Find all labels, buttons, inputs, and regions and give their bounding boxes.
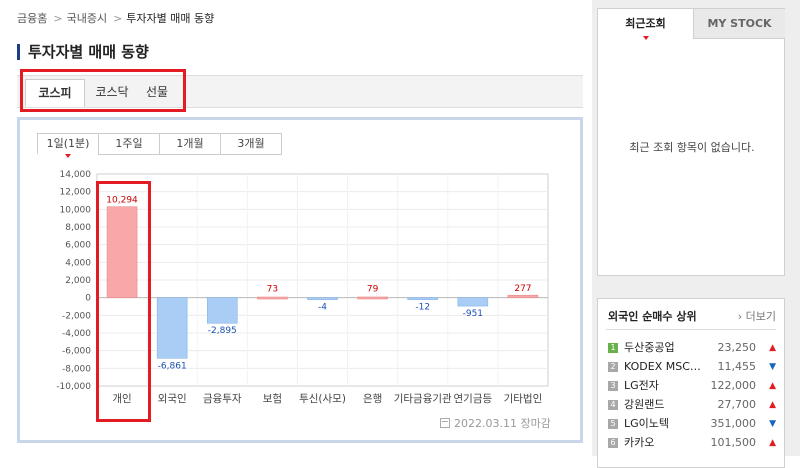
bar-value-label: 277 (514, 284, 531, 294)
y-tick-label: 6,000 (65, 241, 91, 251)
chart-bar (156, 297, 188, 359)
arrow-down-icon: ▼ (769, 419, 776, 429)
foreign-net-buy-panel: 외국인 순매수 상위 › 더보기 1 두산중공업 23,250 ▲ 2 KODEX MSC… (597, 298, 785, 468)
bar-value-label: -2,895 (208, 326, 237, 336)
arrow-up-icon: ▲ (769, 438, 776, 448)
rank-number-badge: 1 (608, 343, 618, 353)
investor-bar-chart: 14,000 12,000 10,000 8,000 6,000 4,000 2,000 0 -… (56, 170, 549, 405)
chart-bar (206, 297, 238, 324)
y-tick-label: -2,000 (62, 311, 91, 321)
stock-price: 23,250 (717, 341, 757, 354)
y-tick-label: 12,000 (60, 188, 92, 198)
rank-number-badge: 4 (608, 400, 618, 410)
recent-view-panel: 최근조회 MY STOCK 최근 조회 항목이 없습니다. (597, 8, 785, 276)
tab-my-stock[interactable]: MY STOCK (693, 9, 785, 39)
arrow-up-icon: ▲ (769, 343, 776, 353)
bar-value-label: -6,861 (158, 361, 187, 371)
chart-bar (507, 294, 539, 298)
stock-name[interactable]: 두산중공업 (624, 338, 714, 358)
x-category-label: 금융투자 (203, 393, 242, 405)
divider (606, 329, 776, 330)
chart-bar (407, 297, 439, 300)
foreign-net-buy-title: 외국인 순매수 상위 (608, 310, 697, 323)
more-label: 더보기 (745, 310, 776, 323)
rank-number-badge: 2 (608, 362, 618, 372)
arrow-up-icon: ▲ (769, 381, 776, 391)
chart-date-text: 2022.03.11 장마감 (454, 417, 551, 430)
y-tick-label: 8,000 (65, 223, 91, 233)
rank-list-item[interactable]: 2 KODEX MSC… 11,455 ▼ (606, 357, 778, 377)
stock-price: 101,500 (710, 436, 757, 449)
rank-list-item[interactable]: 3 LG전자 122,000 ▲ (606, 376, 778, 396)
recent-tab-caret-icon (643, 36, 649, 40)
stock-name[interactable]: 카카오 (624, 433, 714, 453)
rank-number-badge: 6 (608, 438, 618, 448)
stock-name[interactable]: 강원랜드 (624, 395, 714, 415)
rank-list-item[interactable]: 6 카카오 101,500 ▲ (606, 433, 778, 453)
x-category-label: 보험 (263, 393, 282, 405)
main-content: 금융홈 > 국내증시 > 투자자별 매매 동향 투자자별 매매 동향 코스피 코스닥 선… (0, 0, 592, 456)
chart-bar (457, 297, 489, 307)
rank-list-item[interactable]: 4 강원랜드 27,700 ▲ (606, 395, 778, 415)
y-tick-label: 10,000 (60, 205, 92, 215)
y-tick-label: 14,000 (60, 170, 92, 180)
y-tick-label: -4,000 (62, 329, 91, 339)
x-category-label: 기타금융기관 (394, 393, 452, 405)
arrow-up-icon: ▲ (769, 400, 776, 410)
bar-value-label: -951 (463, 309, 483, 319)
chart-bar (307, 297, 338, 300)
rank-number-badge: 3 (608, 381, 618, 391)
chevron-right-icon: › (737, 310, 743, 323)
more-link[interactable]: › 더보기 (738, 308, 776, 324)
stock-name[interactable]: LG전자 (624, 376, 714, 396)
y-tick-label: -6,000 (62, 347, 91, 357)
y-tick-label: 2,000 (65, 276, 91, 286)
bar-value-label: 79 (367, 285, 379, 295)
bar-value-label: 73 (267, 285, 278, 295)
chart-bar (357, 296, 388, 300)
stock-name[interactable]: LG이노텍 (624, 414, 714, 434)
x-category-label: 기타법인 (504, 393, 543, 405)
y-tick-label: -8,000 (62, 364, 91, 374)
tab-recent-view[interactable]: 최근조회 (598, 9, 693, 39)
stock-price: 122,000 (710, 379, 757, 392)
chart-bar (257, 296, 288, 300)
y-tick-label: 0 (85, 294, 91, 304)
y-tick-label: -10,000 (56, 382, 91, 392)
y-tick-label: 4,000 (65, 258, 91, 268)
stock-price: 11,455 (717, 360, 757, 373)
x-category-label: 은행 (363, 393, 382, 405)
right-sidebar: 최근조회 MY STOCK 최근 조회 항목이 없습니다. 외국인 순매수 상위… (592, 0, 800, 468)
x-category-label: 외국인 (158, 393, 187, 405)
rank-list-item[interactable]: 1 두산중공업 23,250 ▲ (606, 338, 778, 358)
rank-list-item[interactable]: 5 LG이노텍 351,000 ▼ (606, 414, 778, 434)
bar-value-label: -12 (415, 303, 430, 313)
stock-price: 27,700 (717, 398, 757, 411)
rank-number-badge: 5 (608, 419, 618, 429)
chart-date-footer: 2022.03.11 장마감 (440, 415, 551, 431)
individual-bar-highlight (96, 181, 151, 422)
recent-empty-message: 최근 조회 항목이 없습니다. (629, 141, 755, 154)
x-category-label: 투신(사모) (299, 393, 346, 405)
calendar-icon (440, 418, 450, 428)
x-category-label: 연기금등 (454, 393, 493, 405)
arrow-down-icon: ▼ (769, 362, 776, 372)
bar-value-label: -4 (318, 303, 327, 313)
stock-price: 351,000 (710, 417, 757, 430)
stock-name[interactable]: KODEX MSC… (624, 357, 714, 377)
